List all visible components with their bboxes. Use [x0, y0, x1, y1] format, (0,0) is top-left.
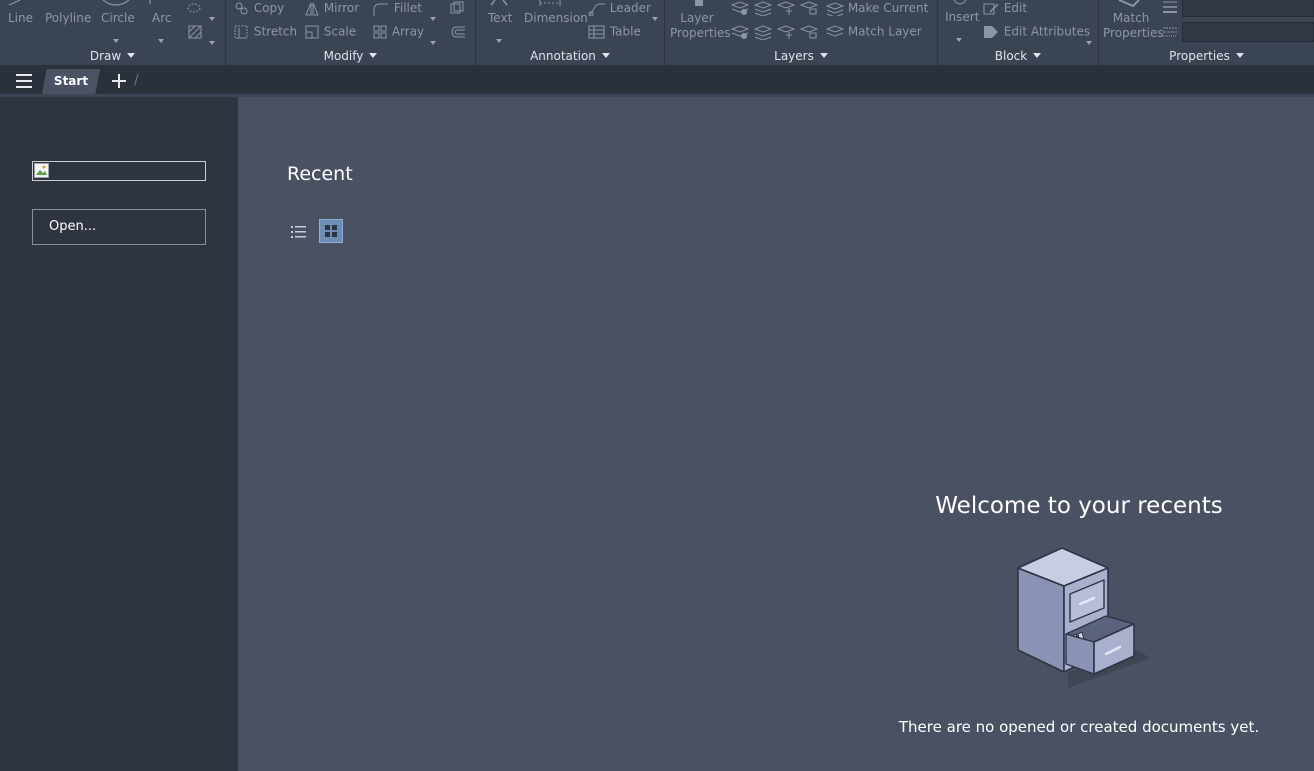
- leader-button[interactable]: Leader: [588, 1, 651, 16]
- fillet-button[interactable]: Fillet: [372, 1, 422, 16]
- table-icon: [588, 25, 605, 39]
- ribbon: Line Polyline Circle Arc Draw Copy Mirro…: [0, 0, 1314, 66]
- recent-title: Recent: [287, 163, 353, 185]
- layer-unlock-icon[interactable]: [800, 24, 818, 40]
- ellipse-icon[interactable]: [186, 2, 204, 14]
- offset-icon[interactable]: [449, 24, 467, 40]
- mirror-button[interactable]: Mirror: [304, 1, 359, 16]
- start-sidebar: [0, 97, 238, 771]
- linetype-select[interactable]: [1182, 22, 1314, 42]
- properties-panel: Match Properties Properties: [1099, 0, 1314, 66]
- leader-icon: [588, 3, 605, 16]
- annotation-panel-title[interactable]: Annotation: [476, 46, 664, 66]
- hamburger-menu-icon[interactable]: [14, 73, 34, 89]
- match-properties-icon: [1118, 0, 1140, 8]
- block-panel-title[interactable]: Block: [938, 46, 1098, 66]
- layer-unisolate-icon[interactable]: [754, 24, 772, 40]
- open-button[interactable]: Open...: [32, 209, 206, 245]
- arc-icon: [149, 0, 151, 4]
- text-button[interactable]: Text: [488, 11, 512, 25]
- draw-panel: Line Polyline Circle Arc Draw: [0, 0, 226, 66]
- welcome-title: Welcome to your recents: [935, 493, 1223, 519]
- make-current-button[interactable]: Make Current: [826, 1, 928, 16]
- file-cabinet-illustration: [1017, 547, 1150, 688]
- properties-panel-title[interactable]: Properties: [1099, 46, 1314, 66]
- copy-button[interactable]: Copy: [234, 1, 284, 16]
- grid-view-glyph: [325, 225, 337, 237]
- lineweight-icon: [1163, 1, 1177, 13]
- polyline-button[interactable]: Polyline: [45, 11, 91, 25]
- layer-properties-button[interactable]: Layer Properties: [670, 11, 731, 40]
- ellipse-dropdown-icon[interactable]: [209, 6, 215, 25]
- fillet-dropdown-icon[interactable]: [430, 6, 436, 25]
- circle-dropdown-icon[interactable]: [113, 28, 119, 47]
- linetype-icon: [1163, 27, 1177, 37]
- list-view-icon[interactable]: [288, 221, 310, 243]
- empty-recents-message: There are no opened or created documents…: [898, 718, 1260, 736]
- layer-lock-icon[interactable]: [800, 0, 818, 16]
- dimension-icon: [539, 0, 561, 6]
- dimension-button[interactable]: Dimension: [524, 11, 588, 25]
- hatch-icon[interactable]: [187, 24, 203, 40]
- leader-dropdown-icon[interactable]: [652, 6, 658, 25]
- broken-image-icon: [34, 163, 49, 178]
- file-tab-bar: [0, 66, 1314, 94]
- edit-attributes-icon: [984, 26, 998, 38]
- match-properties-button[interactable]: Match Properties: [1103, 11, 1164, 40]
- text-dropdown-icon[interactable]: [496, 28, 502, 47]
- tab-separator: /: [134, 72, 139, 88]
- array-button[interactable]: Array: [372, 24, 424, 40]
- table-button[interactable]: Table: [588, 24, 641, 40]
- layer-thaw-icon[interactable]: [777, 24, 795, 40]
- grid-view-icon[interactable]: [319, 219, 343, 243]
- fillet-icon: [373, 3, 388, 16]
- explode-icon[interactable]: [449, 1, 465, 15]
- edit-attributes-button[interactable]: Edit Attributes: [982, 24, 1090, 40]
- edit-block-button[interactable]: Edit: [982, 1, 1027, 16]
- match-layer-icon: [826, 25, 844, 37]
- match-layer-button[interactable]: Match Layer: [826, 24, 922, 40]
- circle-icon: [102, 0, 130, 6]
- edit-block-icon: [983, 2, 999, 14]
- insert-button[interactable]: Insert: [945, 10, 979, 24]
- scale-button[interactable]: Scale: [304, 24, 356, 40]
- mirror-icon: [305, 2, 319, 15]
- layer-properties-icon: [695, 0, 703, 6]
- text-icon: [490, 0, 508, 6]
- stretch-button[interactable]: Stretch: [234, 24, 297, 40]
- layers-panel-title[interactable]: Layers: [665, 46, 937, 66]
- layer-isolate-icon[interactable]: [754, 0, 772, 16]
- array-icon: [373, 25, 387, 39]
- product-logo-image: [32, 161, 206, 181]
- layer-on-icon[interactable]: [731, 24, 749, 40]
- circle-button[interactable]: Circle: [101, 11, 135, 25]
- annotation-panel: Text Dimension Leader Table Annotation: [476, 0, 665, 66]
- draw-panel-title[interactable]: Draw: [0, 46, 225, 66]
- block-panel: Insert Edit Edit Attributes Block: [938, 0, 1099, 66]
- insert-icon: [953, 0, 967, 5]
- stretch-icon: [234, 25, 248, 39]
- layer-freeze-icon[interactable]: [777, 0, 795, 16]
- layer-off-icon[interactable]: [731, 0, 749, 16]
- scale-icon: [305, 25, 319, 39]
- new-tab-plus-icon[interactable]: [110, 72, 128, 90]
- insert-dropdown-icon[interactable]: [956, 27, 962, 46]
- layers-panel: Layer Properties Make Current Match Laye…: [665, 0, 938, 66]
- arc-button[interactable]: Arc: [152, 11, 171, 25]
- recent-main-area: [238, 97, 1314, 771]
- modify-panel: Copy Mirror Fillet Stretch Scale Array M…: [226, 0, 476, 66]
- line-button[interactable]: Line: [8, 11, 33, 25]
- copy-icon: [235, 2, 248, 14]
- line-icon: [8, 0, 21, 6]
- arc-dropdown-icon[interactable]: [158, 28, 164, 47]
- modify-panel-title[interactable]: Modify: [226, 46, 475, 66]
- make-current-icon: [826, 1, 844, 16]
- lineweight-select[interactable]: [1182, 0, 1314, 17]
- tab-start[interactable]: Start: [42, 69, 100, 94]
